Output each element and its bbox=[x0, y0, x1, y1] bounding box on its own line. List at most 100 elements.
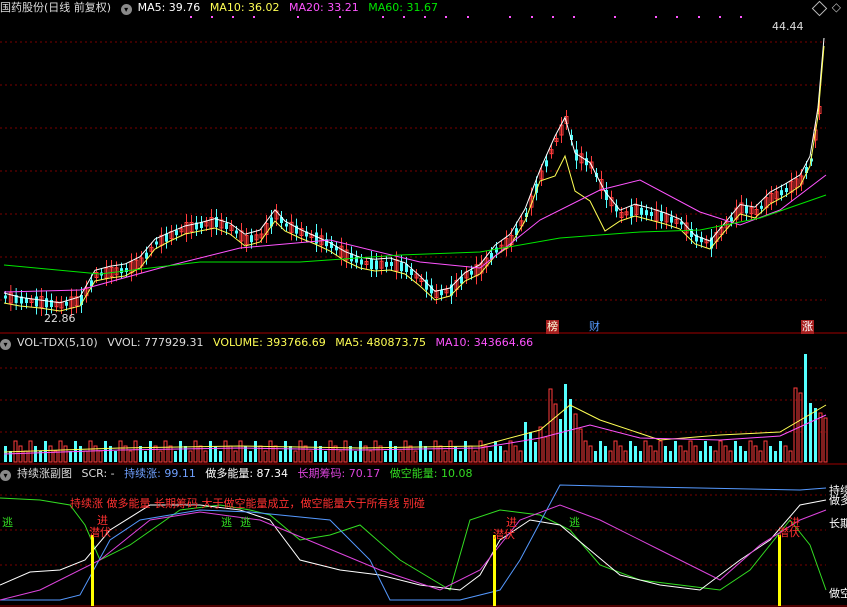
volume-bar bbox=[209, 441, 212, 462]
volume-bar bbox=[163, 440, 168, 463]
volume-bar bbox=[823, 417, 828, 463]
ma5-value: MA5: 39.76 bbox=[137, 1, 201, 14]
volume-bar bbox=[503, 450, 508, 463]
price-header: 国药股份(日线 前复权) ▾ MA5: 39.76 MA10: 36.02 MA2… bbox=[0, 0, 444, 16]
event-tag-limit-up[interactable]: 涨 bbox=[801, 320, 814, 334]
indicator-menu-button[interactable]: ▾ bbox=[120, 4, 132, 15]
low-price-label: 22.86 bbox=[44, 312, 76, 325]
event-tag-finance[interactable]: 财 bbox=[588, 320, 601, 334]
volume-bar bbox=[98, 450, 103, 463]
marker-dot bbox=[445, 16, 447, 18]
marker-dot bbox=[382, 16, 384, 18]
volume-bar bbox=[653, 450, 658, 463]
volume-bar bbox=[618, 445, 623, 463]
volume-bar bbox=[314, 441, 317, 462]
volume-bar bbox=[513, 445, 518, 463]
volume-bar bbox=[723, 445, 728, 463]
volume-bar bbox=[464, 441, 467, 462]
volume-bar bbox=[693, 445, 698, 463]
volume-bar bbox=[263, 450, 268, 463]
volume-bar bbox=[459, 451, 462, 462]
volume-bar bbox=[63, 445, 68, 463]
marker-dot bbox=[253, 16, 255, 18]
candle-body bbox=[400, 262, 403, 272]
volume-menu-button[interactable]: ▾ bbox=[0, 339, 11, 350]
right-label-short: 做空 bbox=[829, 587, 847, 600]
marker-dot bbox=[740, 16, 742, 18]
vol-ma10-value: MA10: 343664.66 bbox=[435, 336, 534, 349]
volume-bar bbox=[168, 445, 173, 463]
volume-bar bbox=[233, 450, 238, 463]
volume-bar bbox=[748, 440, 753, 463]
candle-body bbox=[660, 212, 663, 222]
candle-body bbox=[495, 247, 498, 253]
sub-menu-button[interactable]: ▾ bbox=[0, 470, 11, 481]
volume-bar bbox=[128, 450, 133, 463]
volume-bar bbox=[9, 451, 12, 462]
volume-value: VOLUME: 393766.69 bbox=[213, 336, 326, 349]
volume-bar bbox=[268, 440, 273, 463]
candle-body bbox=[630, 206, 633, 217]
candle-body bbox=[780, 190, 783, 196]
sub-indicator-name: 持续涨副图 bbox=[17, 467, 72, 480]
volume-bar bbox=[443, 450, 448, 463]
volume-bar bbox=[324, 451, 327, 462]
volume-bar bbox=[333, 445, 338, 463]
candle-body bbox=[235, 230, 238, 234]
marker-dot bbox=[424, 16, 426, 18]
volume-bar bbox=[144, 451, 147, 462]
event-tag-list[interactable]: 榜 bbox=[546, 320, 559, 334]
volume-bar bbox=[349, 446, 352, 462]
volume-bar bbox=[699, 451, 702, 462]
ma20-value: MA20: 33.21 bbox=[289, 1, 359, 14]
signal-lurk: 潜伏 bbox=[778, 526, 800, 539]
candle-body bbox=[785, 188, 788, 192]
signal-bar bbox=[493, 535, 496, 606]
candle-body bbox=[65, 301, 68, 306]
volume-bar bbox=[398, 450, 403, 463]
marker-dot bbox=[467, 16, 469, 18]
candle-body bbox=[545, 160, 548, 167]
volume-bar bbox=[149, 441, 152, 462]
volume-bar bbox=[788, 450, 793, 463]
volume-bar bbox=[174, 451, 177, 462]
marker-dot bbox=[719, 16, 721, 18]
volume-bar bbox=[483, 445, 488, 463]
volume-bar bbox=[804, 354, 807, 462]
close-icon[interactable]: ◇ bbox=[832, 0, 841, 14]
volume-bar bbox=[394, 446, 397, 462]
candle-body bbox=[250, 235, 253, 243]
signal-lurk: 潜伏 bbox=[89, 526, 111, 539]
scr-value: SCR: - bbox=[81, 467, 115, 480]
volume-bar bbox=[378, 445, 383, 463]
volume-bar bbox=[133, 440, 138, 463]
volume-bar bbox=[193, 440, 198, 463]
signal-escape: 逃 bbox=[221, 516, 232, 529]
volume-bar bbox=[674, 441, 677, 462]
right-label-chips: 长期 bbox=[829, 517, 847, 530]
signal-escape: 逃 bbox=[240, 516, 251, 529]
marker-dot bbox=[403, 16, 405, 18]
volume-bar bbox=[728, 450, 733, 463]
candle-body bbox=[375, 260, 378, 270]
volume-bar bbox=[343, 440, 348, 463]
candle-body bbox=[315, 232, 318, 244]
candle-body bbox=[120, 268, 123, 274]
vol-indicator-name: VOL-TDX(5,10) bbox=[17, 336, 98, 349]
volume-bar bbox=[508, 440, 513, 463]
volume-bar bbox=[298, 440, 303, 463]
sub-header: ▾ 持续涨副图 SCR: - 持续涨: 99.11 做多能量: 87.34 长期筹… bbox=[0, 466, 478, 482]
volume-bar bbox=[583, 440, 588, 463]
volume-bar bbox=[139, 446, 142, 462]
volume-bar bbox=[219, 451, 222, 462]
chips-value: 长期筹码: 70.17 bbox=[297, 467, 381, 480]
volume-bar bbox=[114, 451, 117, 462]
volume-bar bbox=[769, 446, 772, 462]
short-energy-value: 做空能量: 10.08 bbox=[389, 467, 473, 480]
signal-lurk: 潜伏 bbox=[493, 528, 515, 541]
volume-bar bbox=[58, 440, 63, 463]
volume-bar bbox=[408, 445, 413, 463]
volume-bar bbox=[433, 440, 438, 463]
volume-bar bbox=[793, 387, 798, 463]
candle-body bbox=[45, 298, 48, 308]
